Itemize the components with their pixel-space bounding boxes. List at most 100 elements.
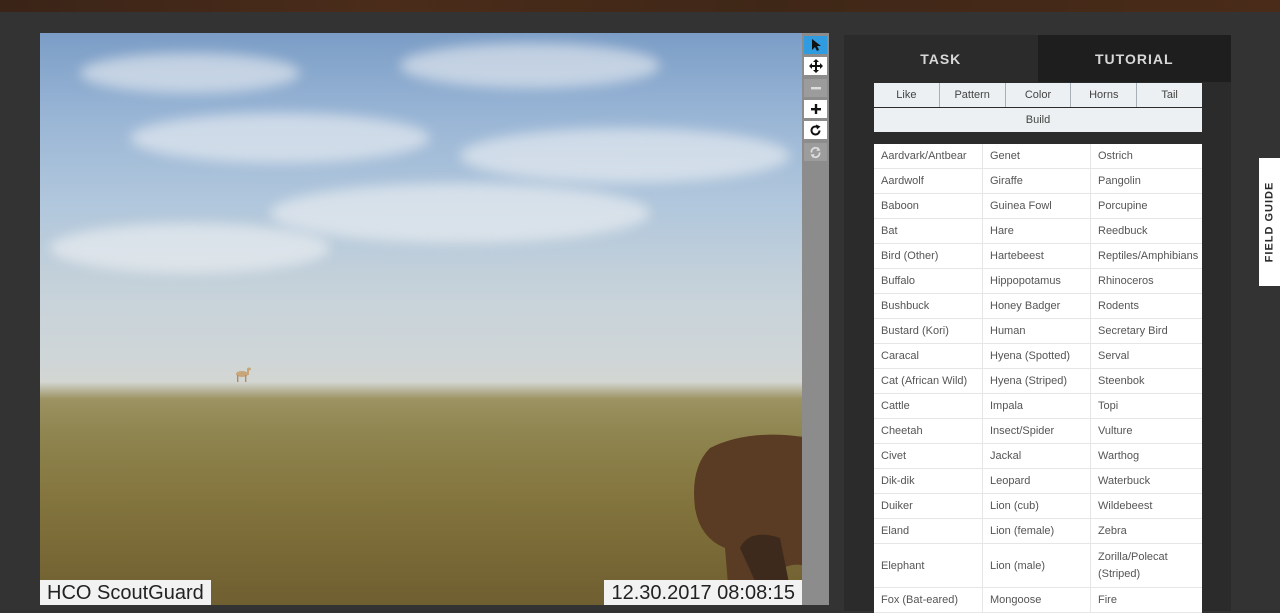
species-item[interactable]: Honey Badger <box>983 294 1091 318</box>
species-item[interactable]: Hartebeest <box>983 244 1091 268</box>
species-item[interactable]: Secretary Bird <box>1091 319 1202 343</box>
field-guide-tab[interactable]: FIELD GUIDE <box>1259 158 1280 286</box>
species-row: Cattle Impala Topi <box>874 394 1202 419</box>
reset-button[interactable] <box>804 143 827 161</box>
species-item[interactable]: Baboon <box>874 194 983 218</box>
species-item[interactable]: Fire <box>1091 588 1202 612</box>
reset-icon <box>810 146 821 158</box>
species-item[interactable]: Insect/Spider <box>983 419 1091 443</box>
species-item[interactable]: Hyena (Striped) <box>983 369 1091 393</box>
species-item[interactable]: Human <box>983 319 1091 343</box>
panel-tabs: TASK TUTORIAL <box>844 35 1231 82</box>
species-row: Aardwolf Giraffe Pangolin <box>874 169 1202 194</box>
species-item[interactable]: Zorilla/Polecat (Striped) <box>1091 544 1202 587</box>
species-item[interactable]: Rhinoceros <box>1091 269 1202 293</box>
species-item[interactable]: Genet <box>983 144 1091 168</box>
move-icon <box>808 59 823 73</box>
species-item[interactable]: Bustard (Kori) <box>874 319 983 343</box>
species-item[interactable]: Caracal <box>874 344 983 368</box>
species-item[interactable]: Eland <box>874 519 983 543</box>
species-item[interactable]: Vulture <box>1091 419 1202 443</box>
zoom-in-icon <box>810 104 821 114</box>
species-item[interactable]: Serval <box>1091 344 1202 368</box>
species-row: Bat Hare Reedbuck <box>874 219 1202 244</box>
species-item[interactable]: Lion (male) <box>983 544 1091 587</box>
species-row: Fox (Bat-eared) Mongoose Fire <box>874 588 1202 613</box>
species-item[interactable]: Aardvark/Antbear <box>874 144 983 168</box>
cloud <box>270 183 650 243</box>
species-item[interactable]: Civet <box>874 444 983 468</box>
filter-like-button[interactable]: Like <box>874 83 940 107</box>
cloud <box>80 53 300 93</box>
species-row: Eland Lion (female) Zebra <box>874 519 1202 544</box>
species-row: Dik-dik Leopard Waterbuck <box>874 469 1202 494</box>
field-guide-label: FIELD GUIDE <box>1263 181 1276 263</box>
species-item[interactable]: Hippopotamus <box>983 269 1091 293</box>
species-item[interactable]: Hare <box>983 219 1091 243</box>
pointer-tool-button[interactable] <box>804 36 827 54</box>
camera-trap-image[interactable]: HCO ScoutGuard 12.30.2017 08:08:15 <box>40 33 802 605</box>
species-item[interactable]: Lion (cub) <box>983 494 1091 518</box>
tab-tutorial[interactable]: TUTORIAL <box>1037 35 1231 82</box>
tab-task[interactable]: TASK <box>844 35 1038 82</box>
species-item[interactable]: Cheetah <box>874 419 983 443</box>
species-row: Duiker Lion (cub) Wildebeest <box>874 494 1202 519</box>
species-item[interactable]: Mongoose <box>983 588 1091 612</box>
species-item[interactable]: Buffalo <box>874 269 983 293</box>
top-banner <box>0 0 1280 12</box>
species-row: Aardvark/Antbear Genet Ostrich <box>874 144 1202 169</box>
species-row: Baboon Guinea Fowl Porcupine <box>874 194 1202 219</box>
species-item[interactable]: Bat <box>874 219 983 243</box>
species-item[interactable]: Bird (Other) <box>874 244 983 268</box>
species-item[interactable]: Waterbuck <box>1091 469 1202 493</box>
species-row: Cheetah Insect/Spider Vulture <box>874 419 1202 444</box>
species-item[interactable]: Impala <box>983 394 1091 418</box>
rotate-icon <box>810 124 821 135</box>
species-item[interactable]: Cattle <box>874 394 983 418</box>
zoom-in-button[interactable] <box>804 100 827 118</box>
species-item[interactable]: Dik-dik <box>874 469 983 493</box>
filter-build-button[interactable]: Build <box>874 108 1202 132</box>
species-item[interactable]: Elephant <box>874 544 983 587</box>
species-item[interactable]: Ostrich <box>1091 144 1202 168</box>
species-item[interactable]: Bushbuck <box>874 294 983 318</box>
cloud <box>400 43 660 88</box>
species-item[interactable]: Rodents <box>1091 294 1202 318</box>
species-item[interactable]: Zebra <box>1091 519 1202 543</box>
move-tool-button[interactable] <box>804 57 827 75</box>
species-item[interactable]: Wildebeest <box>1091 494 1202 518</box>
rotate-button[interactable] <box>804 121 827 139</box>
species-item[interactable]: Lion (female) <box>983 519 1091 543</box>
zoom-out-icon <box>810 87 821 90</box>
filter-pattern-button[interactable]: Pattern <box>939 83 1006 107</box>
filter-color-button[interactable]: Color <box>1005 83 1072 107</box>
species-item[interactable]: Pangolin <box>1091 169 1202 193</box>
species-item[interactable]: Aardwolf <box>874 169 983 193</box>
cloud <box>50 223 330 273</box>
zoom-out-button[interactable] <box>804 79 827 97</box>
image-toolbar <box>802 33 829 605</box>
species-item[interactable]: Guinea Fowl <box>983 194 1091 218</box>
species-item[interactable]: Hyena (Spotted) <box>983 344 1091 368</box>
filter-bar: Like Pattern Color Horns Tail Build <box>874 83 1202 132</box>
species-item[interactable]: Giraffe <box>983 169 1091 193</box>
species-item[interactable]: Reedbuck <box>1091 219 1202 243</box>
species-item[interactable]: Topi <box>1091 394 1202 418</box>
species-item[interactable]: Warthog <box>1091 444 1202 468</box>
species-row: Cat (African Wild) Hyena (Striped) Steenbo… <box>874 369 1202 394</box>
filter-horns-button[interactable]: Horns <box>1071 83 1138 107</box>
species-item[interactable]: Jackal <box>983 444 1091 468</box>
species-item[interactable]: Steenbok <box>1091 369 1202 393</box>
filter-tail-button[interactable]: Tail <box>1137 83 1202 107</box>
species-row: Bustard (Kori) Human Secretary Bird <box>874 319 1202 344</box>
species-item[interactable]: Fox (Bat-eared) <box>874 588 983 612</box>
species-item[interactable]: Cat (African Wild) <box>874 369 983 393</box>
species-item[interactable]: Porcupine <box>1091 194 1202 218</box>
species-item[interactable]: Reptiles/Amphibians <box>1091 244 1202 268</box>
species-row: Bird (Other) Hartebeest Reptiles/Amphibian… <box>874 244 1202 269</box>
gazelle-figure <box>236 367 251 382</box>
species-item[interactable]: Duiker <box>874 494 983 518</box>
species-item[interactable]: Leopard <box>983 469 1091 493</box>
species-row: Bushbuck Honey Badger Rodents <box>874 294 1202 319</box>
species-list: Aardvark/Antbear Genet Ostrich Aardwolf Gira… <box>874 144 1202 613</box>
